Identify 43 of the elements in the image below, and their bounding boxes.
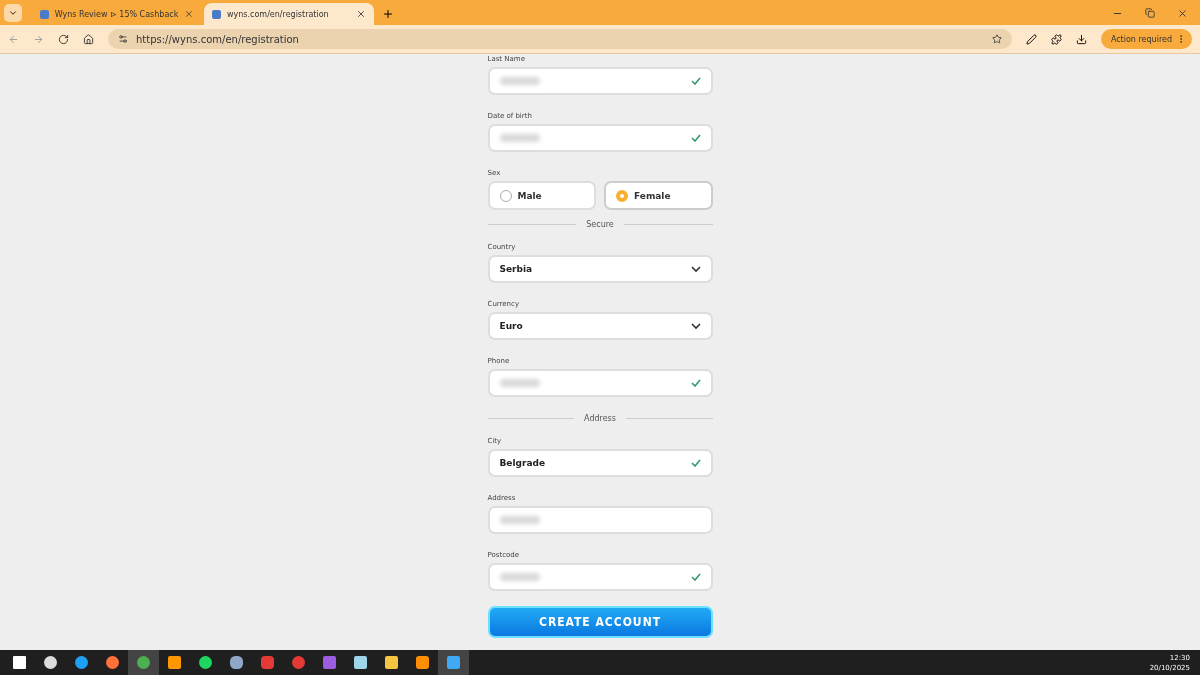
tab-title: wyns.com/en/registration [227,9,330,19]
input-field[interactable] [487,506,713,534]
favicon-icon [40,9,49,19]
url-text: https://wyns.com/en/registration [136,33,299,45]
chevron-down-icon [8,8,18,18]
radio-option[interactable]: Male [487,181,596,210]
download-icon[interactable] [1075,33,1087,45]
star-icon[interactable] [991,34,1002,44]
pen-icon[interactable] [1025,33,1037,45]
reload-icon[interactable] [58,33,69,45]
section-heading: Secure [586,220,614,229]
input-field[interactable] [487,67,713,95]
check-icon [690,379,701,387]
close-icon[interactable] [184,9,194,19]
chevron-down-icon [690,265,701,273]
radio-option[interactable]: Female [604,181,713,210]
section-heading: Address [584,414,616,423]
input-field[interactable] [487,563,713,591]
new-tab-icon[interactable] [382,8,394,20]
check-icon [690,134,701,142]
tab-title: Wyns Review ⊳ 15% Cashback [54,9,179,19]
favicon-icon [212,9,221,19]
restore-icon[interactable] [1145,8,1155,18]
check-icon [690,77,701,85]
check-icon [690,573,701,581]
input-field[interactable] [487,124,713,152]
close-icon[interactable] [356,9,366,19]
address-bar[interactable]: https://wyns.com/en/registration [108,29,1012,49]
puzzle-icon[interactable] [1050,33,1062,45]
site-settings-icon[interactable] [118,34,128,44]
select-field[interactable]: Serbia [487,255,713,283]
action-required-button[interactable]: Action required [1100,29,1192,49]
chevron-down-icon [690,322,701,330]
select-field[interactable]: Euro [487,312,713,340]
check-icon [690,459,701,467]
browser-tab[interactable]: wyns.com/en/registration [204,3,374,25]
input-field[interactable]: Belgrade [487,449,713,477]
input-field[interactable] [487,369,713,397]
close-icon[interactable] [1177,8,1188,19]
browser-tab[interactable]: Wyns Review ⊳ 15% Cashback [32,3,202,25]
home-icon[interactable] [83,33,94,45]
forward-icon[interactable] [33,33,44,45]
back-icon[interactable] [8,33,19,45]
